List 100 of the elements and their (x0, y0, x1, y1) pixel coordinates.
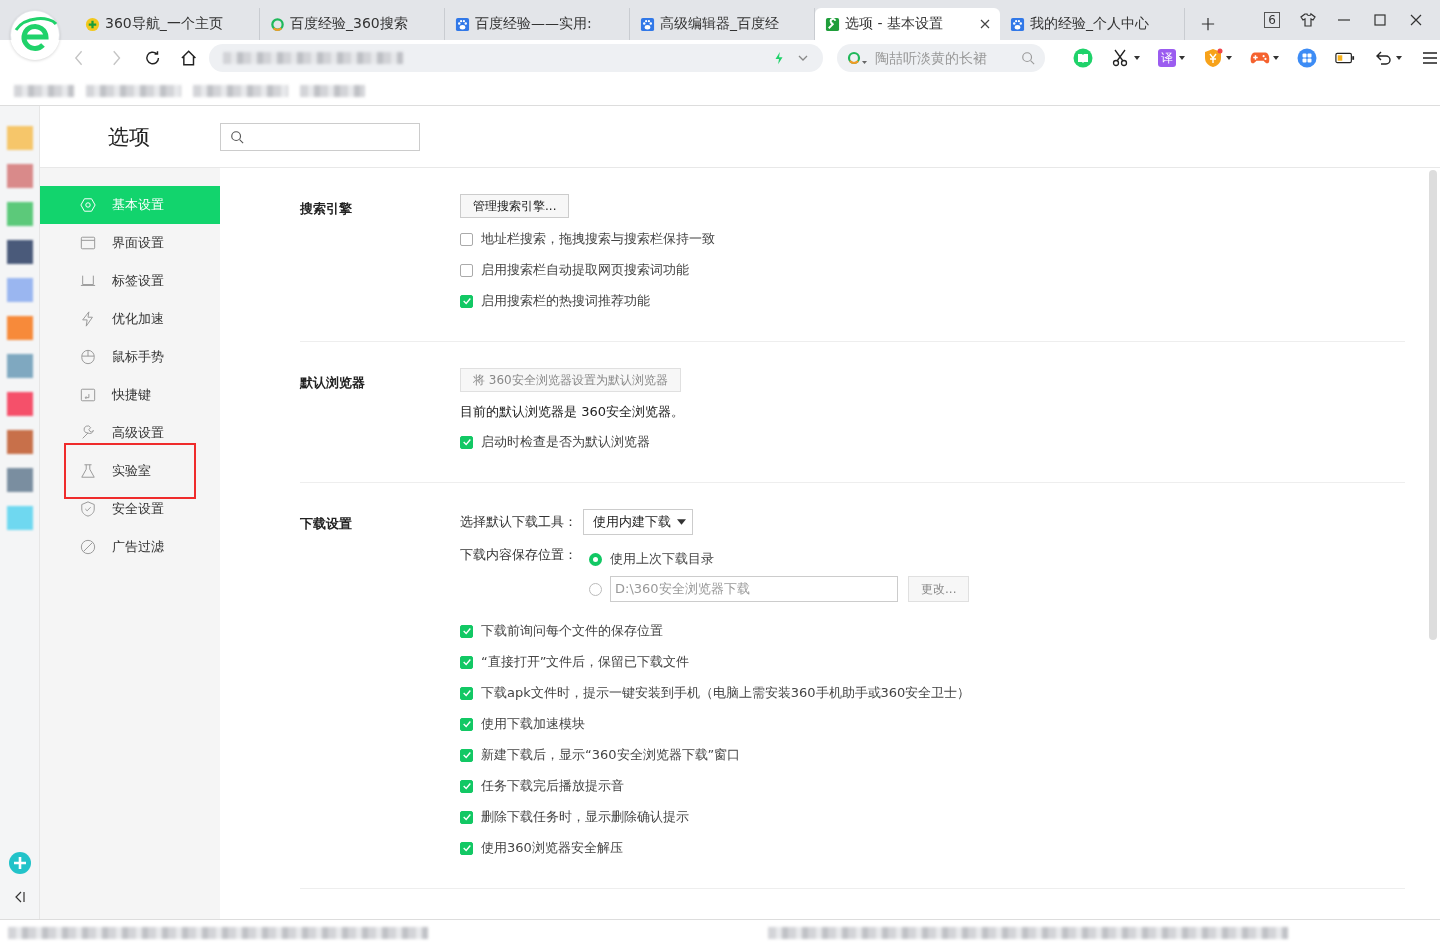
nav-item[interactable]: 优化加速 (40, 300, 220, 338)
lightning-icon (80, 311, 96, 327)
pixelated-icon[interactable] (6, 240, 33, 264)
checkbox[interactable] (460, 294, 473, 308)
field-label: 下载内容保存位置： (460, 546, 577, 564)
checkbox-label: 删除下载任务时，显示删除确认提示 (481, 808, 689, 826)
change-button[interactable]: 更改... (908, 576, 970, 602)
nav-item[interactable]: 广告过滤 (40, 528, 220, 566)
radio-button[interactable] (589, 552, 602, 566)
action-button[interactable]: 管理搜索引擎... (460, 194, 570, 218)
checkbox[interactable] (460, 810, 473, 824)
nav-item[interactable]: 标签设置 (40, 262, 220, 300)
settings-icon (80, 197, 96, 213)
search-input[interactable]: 陶喆听淡黄的长裙 (873, 49, 1017, 67)
browser-tab[interactable]: 选项 - 基本设置 (815, 8, 1000, 40)
tab-title: 高级编辑器_百度经 (660, 15, 780, 33)
checkbox-label: 启用搜索栏的热搜词推荐功能 (481, 292, 650, 310)
browser-tab[interactable]: 360导航_一个主页 (75, 8, 260, 40)
section-title: 下载设置 (300, 515, 353, 533)
apps-icon[interactable] (1297, 48, 1317, 68)
search-icon[interactable] (1021, 51, 1035, 65)
radio-label: 使用上次下载目录 (610, 550, 714, 568)
checkbox[interactable] (460, 841, 473, 855)
checkbox-label: 下载apk文件时，提示一键安装到手机（电脑上需安装360手机助手或360安全卫士） (481, 684, 971, 702)
search-field[interactable]: 陶喆听淡黄的长裙 (837, 44, 1045, 72)
scrollbar-thumb[interactable] (1429, 170, 1437, 640)
page-title: 选项 (108, 123, 151, 151)
checkbox-label: 任务下载完后播放提示音 (481, 777, 624, 795)
tab-title: 百度经验——实用: (475, 15, 593, 33)
checkbox-label: 下载前询问每个文件的保存位置 (481, 622, 663, 640)
tab-title: 选项 - 基本设置 (845, 15, 944, 33)
checkbox[interactable] (460, 263, 473, 277)
paw-icon (640, 16, 655, 32)
checkbox[interactable] (460, 717, 473, 731)
field-label: 选择默认下载工具： (460, 513, 577, 531)
pixelated-icon[interactable] (6, 316, 33, 340)
prohibited-icon (80, 539, 96, 555)
checkbox-label: 新建下载后，显示“360安全浏览器下载”窗口 (481, 746, 741, 764)
checkbox-label: 地址栏搜索，拖拽搜索与搜索栏保持一致 (481, 230, 715, 248)
browser-tab[interactable]: 百度经验——实用: (445, 8, 630, 40)
pixelated-icon[interactable] (6, 354, 33, 378)
caret-icon (677, 519, 686, 525)
checkbox[interactable] (460, 624, 473, 638)
checkbox[interactable] (460, 435, 473, 449)
ring-icon (270, 16, 285, 32)
close-icon[interactable] (1408, 12, 1424, 28)
tab-count[interactable]: 6 (1264, 12, 1280, 28)
shirt-icon[interactable] (1300, 12, 1316, 28)
paw-icon (1010, 16, 1025, 32)
mouse-icon (80, 349, 96, 365)
pixelated-icon[interactable] (6, 468, 33, 492)
keyboard-icon (80, 387, 96, 403)
checkbox[interactable] (460, 779, 473, 793)
browser-logo-icon[interactable] (10, 10, 60, 60)
dropdown[interactable]: 使用内建下载 (583, 509, 693, 535)
close-icon[interactable] (980, 19, 990, 29)
browser-tab[interactable]: 我的经验_个人中心 (1000, 8, 1185, 40)
pixelated-icon[interactable] (6, 164, 33, 188)
search-engine-icon[interactable] (847, 50, 869, 66)
maximize-icon[interactable] (1372, 12, 1388, 28)
nav-item[interactable]: 界面设置 (40, 224, 220, 262)
lightning-icon[interactable] (773, 51, 785, 65)
checkbox[interactable] (460, 686, 473, 700)
wrench-icon (825, 16, 840, 32)
window-icon (80, 235, 96, 251)
search-field[interactable] (220, 122, 420, 151)
checkbox-label: 使用下载加速模块 (481, 715, 585, 733)
checkbox-label: 启用搜索栏自动提取网页搜索词功能 (481, 261, 689, 279)
browser-tab[interactable]: 百度经验_360搜索 (260, 8, 445, 40)
shield-icon (80, 501, 96, 517)
tab-title: 百度经验_360搜索 (290, 15, 409, 33)
checkbox-label: “直接打开”文件后，保留已下载文件 (481, 653, 690, 671)
home-icon[interactable] (179, 48, 199, 68)
pixelated-bookmark (14, 84, 74, 97)
new-tab-icon[interactable] (1201, 17, 1215, 31)
checkbox-label: 启动时检查是否为默认浏览器 (481, 433, 650, 451)
plus-circle-icon (85, 16, 100, 32)
add-circle-icon[interactable] (7, 851, 32, 875)
section-title: 默认浏览器 (300, 374, 366, 392)
checkbox[interactable] (460, 232, 473, 246)
status-text: 目前的默认浏览器是 360安全浏览器。 (460, 403, 684, 421)
checkbox[interactable] (460, 748, 473, 762)
book-icon[interactable] (1073, 48, 1093, 68)
nav-item[interactable]: 鼠标手势 (40, 338, 220, 376)
tab-icon (80, 273, 96, 289)
tab-title: 我的经验_个人中心 (1030, 15, 1150, 33)
pixelated-bookmark (300, 84, 365, 97)
checkbox-label: 使用360浏览器安全解压 (481, 839, 623, 857)
shield-icon[interactable] (1203, 48, 1223, 68)
address-bar[interactable] (209, 44, 823, 72)
checkbox[interactable] (460, 655, 473, 669)
search-icon (230, 129, 244, 144)
wrench-icon (80, 425, 96, 441)
tab-title: 360导航_一个主页 (105, 15, 224, 33)
paw-icon (455, 16, 470, 32)
translate-icon[interactable]: 译 (1158, 49, 1176, 67)
pixelated-icon[interactable] (6, 430, 33, 454)
nav-item[interactable]: 快捷键 (40, 376, 220, 414)
flask-icon (80, 463, 96, 479)
pixelated-icon[interactable] (6, 392, 33, 416)
